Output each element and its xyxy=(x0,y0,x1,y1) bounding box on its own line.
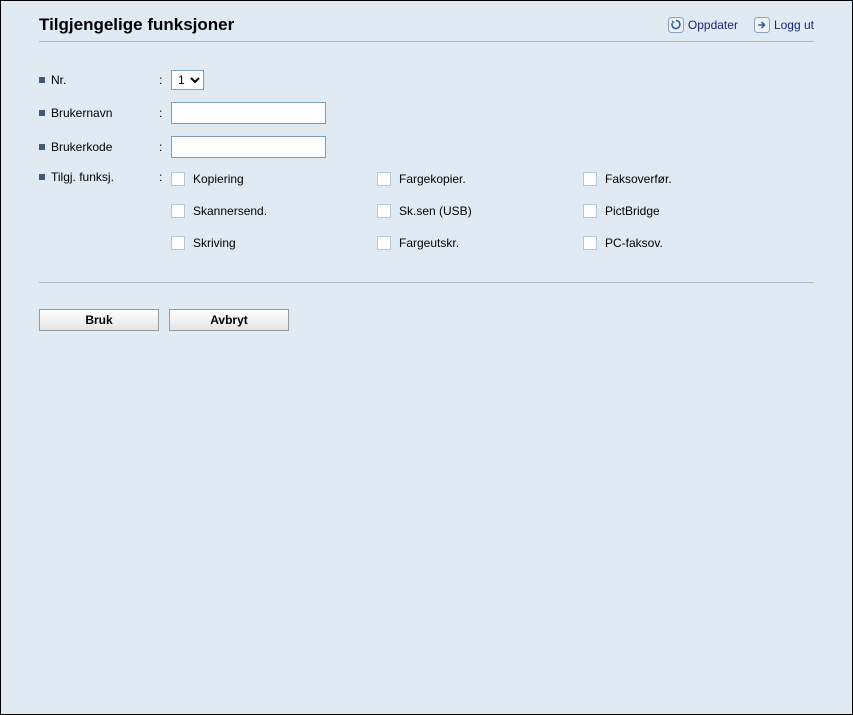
bullet-icon xyxy=(39,144,45,150)
checkbox-scansendusb[interactable] xyxy=(377,204,391,218)
label-nr: Nr. xyxy=(51,73,66,87)
checkbox-item-copying: Kopiering xyxy=(171,172,377,186)
checkbox-item-scansend: Skannersend. xyxy=(171,204,377,218)
checkbox-scansend[interactable] xyxy=(171,204,185,218)
label-username: Brukernavn xyxy=(51,106,112,120)
logout-icon xyxy=(754,17,770,33)
checkbox-label-scansendusb: Sk.sen (USB) xyxy=(399,204,472,218)
label-cell-functions: Tilgj. funksj. xyxy=(39,170,159,184)
checkbox-copying[interactable] xyxy=(171,172,185,186)
refresh-label: Oppdater xyxy=(688,18,738,32)
colon: : xyxy=(159,106,171,120)
functions-grid: Kopiering Fargekopier. Faksoverfør. Skan… xyxy=(171,170,789,250)
checkbox-item-colorcopy: Fargekopier. xyxy=(377,172,583,186)
username-input[interactable] xyxy=(171,102,326,124)
checkbox-item-printing: Skriving xyxy=(171,236,377,250)
row-nr: Nr. : 1 xyxy=(39,70,814,90)
checkbox-pictbridge[interactable] xyxy=(583,204,597,218)
page-header: Tilgjengelige funksjoner Oppdater Logg u… xyxy=(39,15,814,42)
colon: : xyxy=(159,73,171,87)
checkbox-label-printing: Skriving xyxy=(193,236,236,250)
bullet-icon xyxy=(39,174,45,180)
checkbox-faxtransfer[interactable] xyxy=(583,172,597,186)
bullet-icon xyxy=(39,77,45,83)
colon: : xyxy=(159,140,171,154)
checkbox-label-colorprint: Fargeutskr. xyxy=(399,236,459,250)
label-cell-usercode: Brukerkode xyxy=(39,140,159,154)
apply-button[interactable]: Bruk xyxy=(39,309,159,331)
refresh-link[interactable]: Oppdater xyxy=(668,17,738,33)
header-actions: Oppdater Logg ut xyxy=(668,17,814,33)
checkbox-item-scansendusb: Sk.sen (USB) xyxy=(377,204,583,218)
checkbox-item-pictbridge: PictBridge xyxy=(583,204,789,218)
checkbox-label-colorcopy: Fargekopier. xyxy=(399,172,466,186)
checkbox-colorprint[interactable] xyxy=(377,236,391,250)
checkbox-pcfax[interactable] xyxy=(583,236,597,250)
button-row: Bruk Avbryt xyxy=(39,309,814,331)
checkbox-colorcopy[interactable] xyxy=(377,172,391,186)
checkbox-label-scansend: Skannersend. xyxy=(193,204,267,218)
logout-label: Logg ut xyxy=(774,18,814,32)
label-usercode: Brukerkode xyxy=(51,140,112,154)
page-title: Tilgjengelige funksjoner xyxy=(39,15,234,35)
logout-link[interactable]: Logg ut xyxy=(754,17,814,33)
label-cell-nr: Nr. xyxy=(39,73,159,87)
refresh-icon xyxy=(668,17,684,33)
usercode-input[interactable] xyxy=(171,136,326,158)
checkbox-label-pictbridge: PictBridge xyxy=(605,204,660,218)
checkbox-item-pcfax: PC-faksov. xyxy=(583,236,789,250)
row-functions: Tilgj. funksj. : Kopiering Fargekopier. … xyxy=(39,170,814,250)
checkbox-label-faxtransfer: Faksoverfør. xyxy=(605,172,672,186)
checkbox-label-pcfax: PC-faksov. xyxy=(605,236,663,250)
colon: : xyxy=(159,170,171,184)
nr-select[interactable]: 1 xyxy=(171,70,204,90)
checkbox-label-copying: Kopiering xyxy=(193,172,244,186)
bullet-icon xyxy=(39,110,45,116)
checkbox-printing[interactable] xyxy=(171,236,185,250)
row-usercode: Brukerkode : xyxy=(39,136,814,158)
cancel-button[interactable]: Avbryt xyxy=(169,309,289,331)
row-username: Brukernavn : xyxy=(39,102,814,124)
checkbox-item-colorprint: Fargeutskr. xyxy=(377,236,583,250)
section-divider xyxy=(39,282,814,283)
label-functions: Tilgj. funksj. xyxy=(51,170,114,184)
checkbox-item-faxtransfer: Faksoverfør. xyxy=(583,172,789,186)
label-cell-username: Brukernavn xyxy=(39,106,159,120)
